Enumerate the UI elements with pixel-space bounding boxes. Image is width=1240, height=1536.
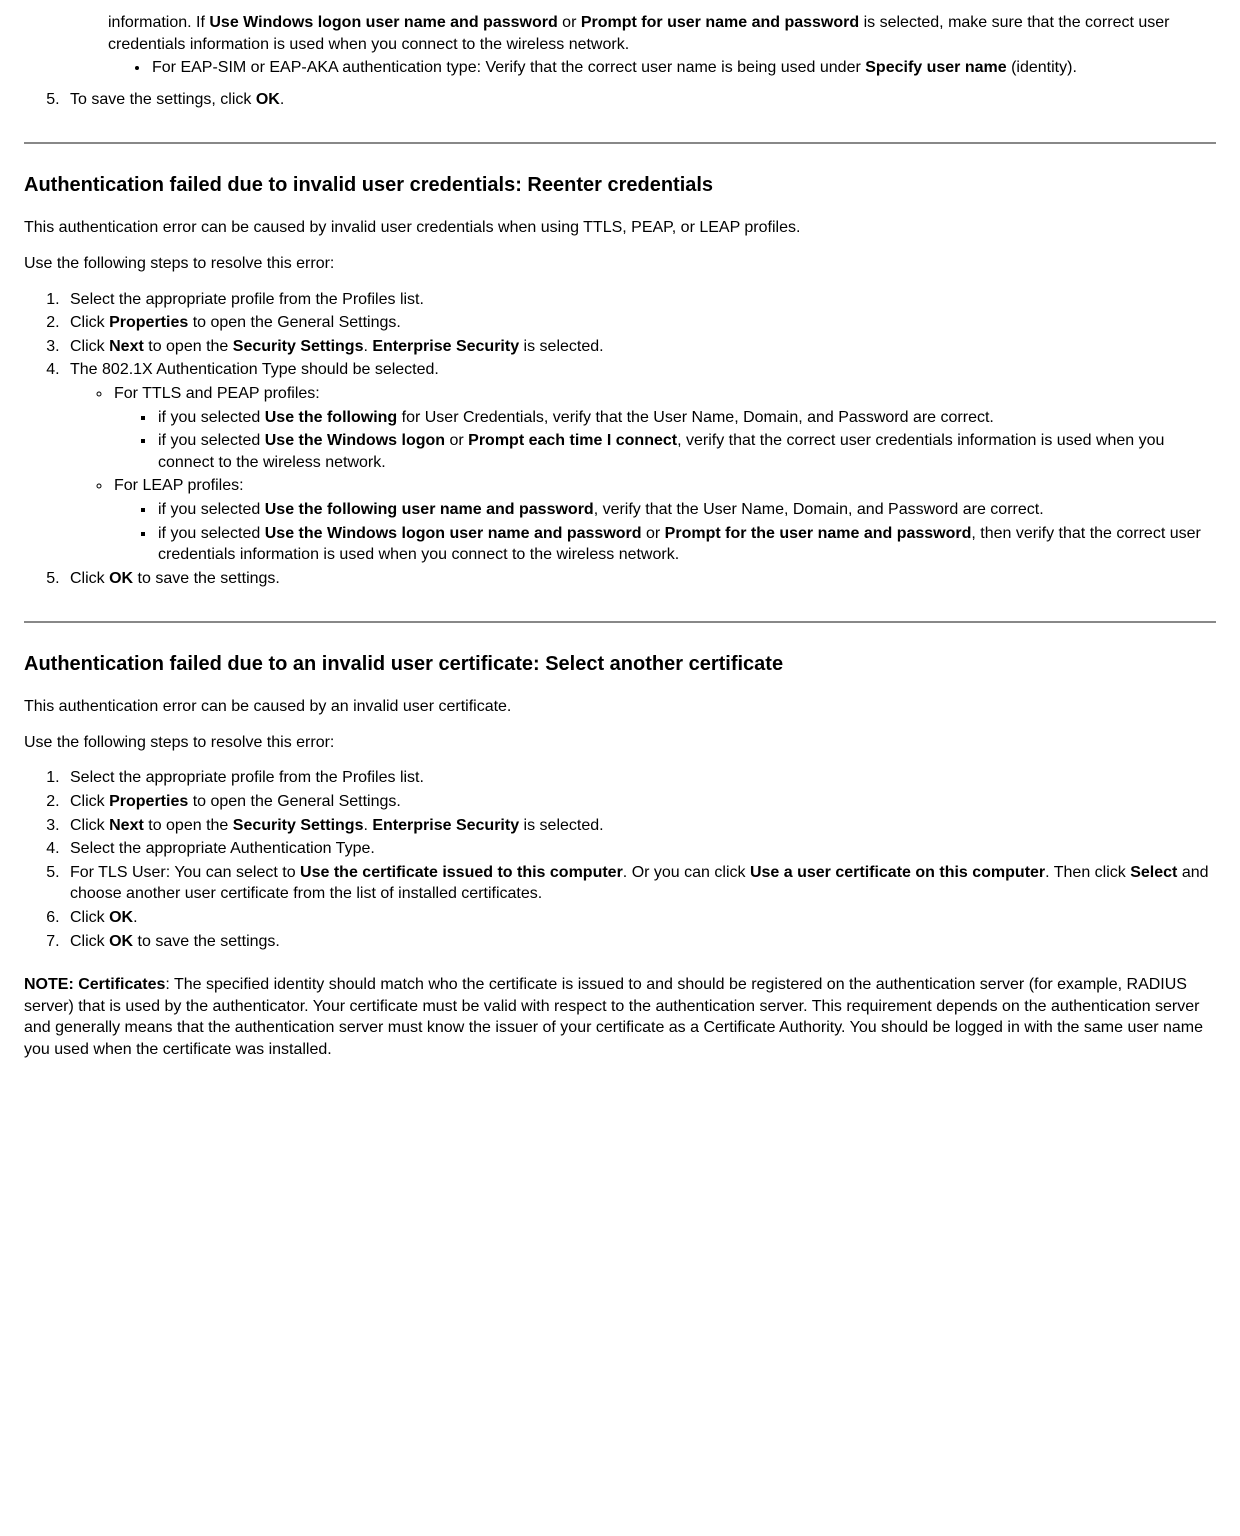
- section-lead: Use the following steps to resolve this …: [24, 253, 1216, 275]
- text: if you selected: [158, 501, 265, 518]
- bold-text: OK: [109, 933, 133, 950]
- bold-text: Next: [109, 817, 144, 834]
- text: , verify that the User Name, Domain, and…: [594, 501, 1044, 518]
- bold-text: Use a user certificate on this computer: [750, 864, 1045, 881]
- bold-text: Properties: [109, 793, 188, 810]
- text: The 802.1X Authentication Type should be…: [70, 361, 439, 378]
- step-2: Click Properties to open the General Set…: [64, 791, 1216, 813]
- note-body: : The specified identity should match wh…: [24, 976, 1203, 1058]
- step-7: Click OK to save the settings.: [64, 931, 1216, 953]
- bold-text: Prompt for the user name and password: [665, 525, 972, 542]
- top-fragment: information. If Use Windows logon user n…: [108, 12, 1216, 79]
- step-4: The 802.1X Authentication Type should be…: [64, 359, 1216, 565]
- text: to save the settings.: [133, 933, 280, 950]
- text: For TTLS and PEAP profiles:: [114, 385, 320, 402]
- text: to open the General Settings.: [188, 793, 401, 810]
- bold-text: Use the Windows logon user name and pass…: [265, 525, 642, 542]
- bold-text: Use the following user name and password: [265, 501, 594, 518]
- bold-text: Specify user name: [865, 59, 1006, 76]
- text: if you selected: [158, 525, 265, 542]
- bold-text: OK: [109, 570, 133, 587]
- leap-sub-2: if you selected Use the Windows logon us…: [156, 523, 1216, 566]
- text: For EAP-SIM or EAP-AKA authentication ty…: [152, 59, 865, 76]
- step-4: Select the appropriate Authentication Ty…: [64, 838, 1216, 860]
- section-heading-invalid-credentials: Authentication failed due to invalid use…: [24, 172, 1216, 199]
- bold-text: Enterprise Security: [372, 338, 519, 355]
- bold-text: Prompt for user name and password: [581, 14, 859, 31]
- step-5: For TLS User: You can select to Use the …: [64, 862, 1216, 905]
- text: For LEAP profiles:: [114, 477, 244, 494]
- text: or: [558, 14, 581, 31]
- note-label: NOTE: Certificates: [24, 976, 165, 993]
- step-1: Select the appropriate profile from the …: [64, 289, 1216, 311]
- eap-sim-aka-bullet: For EAP-SIM or EAP-AKA authentication ty…: [150, 57, 1216, 79]
- text: or: [445, 432, 468, 449]
- text: Click: [70, 793, 109, 810]
- section-intro: This authentication error can be caused …: [24, 696, 1216, 718]
- text: or: [642, 525, 665, 542]
- bold-text: Enterprise Security: [372, 817, 519, 834]
- bold-text: OK: [256, 91, 280, 108]
- text: for User Credentials, verify that the Us…: [397, 409, 994, 426]
- text: Click: [70, 817, 109, 834]
- ttls-peap-sub-2: if you selected Use the Windows logon or…: [156, 430, 1216, 473]
- step-3: Click Next to open the Security Settings…: [64, 336, 1216, 358]
- text: Click: [70, 570, 109, 587]
- text: Click: [70, 909, 109, 926]
- bold-text: Security Settings: [233, 817, 364, 834]
- text: . Then click: [1045, 864, 1130, 881]
- prev-bullet-continuation: information. If Use Windows logon user n…: [108, 12, 1216, 55]
- text: Click: [70, 314, 109, 331]
- text: if you selected: [158, 432, 265, 449]
- bold-text: Use the certificate issued to this compu…: [300, 864, 623, 881]
- step-6: Click OK.: [64, 907, 1216, 929]
- section-lead: Use the following steps to resolve this …: [24, 732, 1216, 754]
- step-1: Select the appropriate profile from the …: [64, 767, 1216, 789]
- bold-text: Properties: [109, 314, 188, 331]
- divider: [24, 142, 1216, 144]
- bold-text: Use the following: [265, 409, 397, 426]
- section-heading-invalid-certificate: Authentication failed due to an invalid …: [24, 651, 1216, 678]
- ttls-peap-sub-1: if you selected Use the following for Us…: [156, 407, 1216, 429]
- leap-sub-1: if you selected Use the following user n…: [156, 499, 1216, 521]
- text: Click: [70, 338, 109, 355]
- text: is selected.: [519, 817, 603, 834]
- top-step-5: To save the settings, click OK.: [64, 89, 1216, 111]
- text: .: [133, 909, 137, 926]
- text: to save the settings.: [133, 570, 280, 587]
- text: Click: [70, 933, 109, 950]
- leap-profiles: For LEAP profiles: if you selected Use t…: [112, 475, 1216, 565]
- divider: [24, 621, 1216, 623]
- text: (identity).: [1007, 59, 1077, 76]
- bold-text: Prompt each time I connect: [468, 432, 677, 449]
- text: For TLS User: You can select to: [70, 864, 300, 881]
- bold-text: Security Settings: [233, 338, 364, 355]
- text: if you selected: [158, 409, 265, 426]
- step-3: Click Next to open the Security Settings…: [64, 815, 1216, 837]
- text: . Or you can click: [623, 864, 750, 881]
- bold-text: Use the Windows logon: [265, 432, 445, 449]
- ttls-peap-profiles: For TTLS and PEAP profiles: if you selec…: [112, 383, 1216, 473]
- text: is selected.: [519, 338, 603, 355]
- section-intro: This authentication error can be caused …: [24, 217, 1216, 239]
- bold-text: OK: [109, 909, 133, 926]
- text: .: [280, 91, 284, 108]
- step-2: Click Properties to open the General Set…: [64, 312, 1216, 334]
- text: To save the settings, click: [70, 91, 256, 108]
- text: information. If: [108, 14, 209, 31]
- bold-text: Select: [1130, 864, 1177, 881]
- certificates-note: NOTE: Certificates: The specified identi…: [24, 974, 1216, 1060]
- bold-text: Next: [109, 338, 144, 355]
- bold-text: Use Windows logon user name and password: [209, 14, 557, 31]
- text: to open the: [144, 338, 233, 355]
- text: to open the General Settings.: [188, 314, 401, 331]
- step-5: Click OK to save the settings.: [64, 568, 1216, 590]
- text: to open the: [144, 817, 233, 834]
